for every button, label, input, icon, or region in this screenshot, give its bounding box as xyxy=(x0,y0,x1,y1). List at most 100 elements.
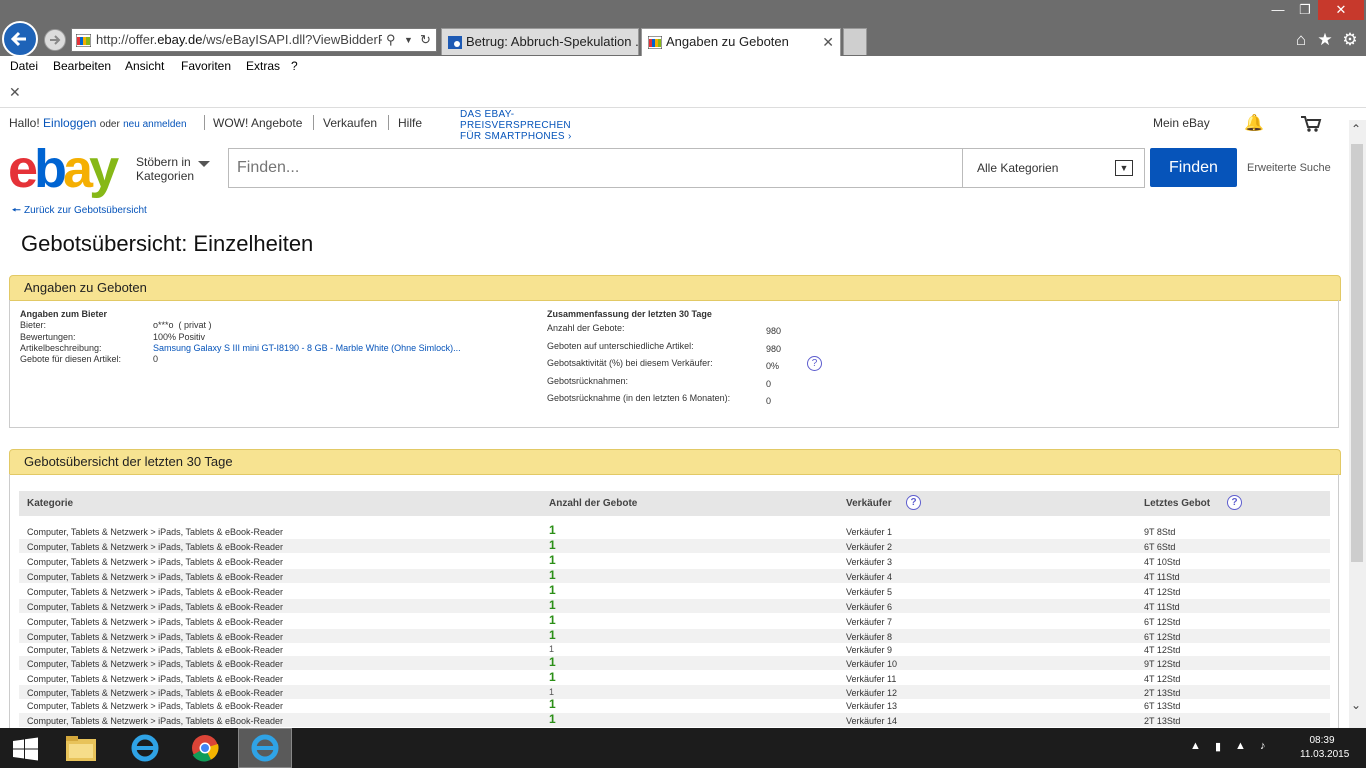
help-link[interactable]: Hilfe xyxy=(398,116,422,130)
category-select[interactable]: Alle Kategorien ▼ xyxy=(962,148,1145,188)
table-row: Computer, Tablets & Netzwerk > iPads, Ta… xyxy=(27,697,1181,713)
bid-overview-header: Gebotsübersicht der letzten 30 Tage xyxy=(9,449,1341,475)
chrome-button[interactable] xyxy=(178,728,232,768)
tab-angaben-zu-geboten[interactable]: Angaben zu Geboten ✕ xyxy=(641,28,841,56)
search-input[interactable] xyxy=(228,148,963,188)
internet-explorer-active-button[interactable] xyxy=(238,728,292,768)
page-scrollbar[interactable]: ⌃ ⌄ xyxy=(1349,120,1366,728)
cart-icon[interactable] xyxy=(1300,115,1322,133)
bid-info-panel: Angaben zum Bieter Bieter: o***o ( priva… xyxy=(9,300,1339,428)
menu-item-favoriten[interactable]: Favoriten xyxy=(181,59,231,73)
seller-link[interactable]: Verkäufer 6 xyxy=(846,600,892,614)
summary-value: 980 xyxy=(766,344,782,354)
login-link[interactable]: Einloggen xyxy=(43,116,96,130)
table-row: Computer, Tablets & Netzwerk > iPads, Ta… xyxy=(19,713,1330,727)
help-icon[interactable]: ? xyxy=(1227,495,1242,510)
help-icon[interactable]: ? xyxy=(906,495,921,510)
page-title: Gebotsübersicht: Einzelheiten xyxy=(21,231,314,256)
table-row: Computer, Tablets & Netzwerk > iPads, Ta… xyxy=(19,599,1330,613)
menu-item-datei[interactable]: Datei xyxy=(10,59,38,73)
back-arrow-icon: 🠔 xyxy=(12,205,21,216)
table-row: Computer, Tablets & Netzwerk > iPads, Ta… xyxy=(27,523,1176,539)
item-link[interactable]: Samsung Galaxy S III mini GT-I8190 - 8 G… xyxy=(153,343,461,353)
scroll-up-icon[interactable]: ⌃ xyxy=(1351,122,1361,136)
chevron-down-icon: ▼ xyxy=(1115,160,1133,176)
dropdown-arrow-icon[interactable]: ▼ xyxy=(404,29,413,51)
seller-link[interactable]: Verkäufer 11 xyxy=(846,672,896,686)
back-button[interactable] xyxy=(2,21,38,57)
forum-favicon-icon xyxy=(448,36,462,49)
home-icon[interactable]: ⌂ xyxy=(1291,30,1311,50)
close-tab-icon[interactable]: ✕ xyxy=(822,29,834,55)
table-row: Computer, Tablets & Netzwerk > iPads, Ta… xyxy=(19,539,1330,553)
start-button[interactable] xyxy=(0,728,54,768)
menu-item-bearbeiten[interactable]: Bearbeiten xyxy=(53,59,111,73)
search-icon[interactable]: ⚲ xyxy=(386,29,396,51)
summary-value: 0 xyxy=(766,396,772,406)
close-bar-icon[interactable]: ✕ xyxy=(9,84,21,101)
new-tab-button[interactable] xyxy=(843,28,867,55)
forward-arrow-icon xyxy=(50,35,61,45)
notification-bell-icon[interactable]: 🔔 xyxy=(1244,113,1264,133)
sell-link[interactable]: Verkaufen xyxy=(323,116,377,130)
wow-deals-link[interactable]: WOW! Angebote xyxy=(213,116,302,130)
table-header: Kategorie Anzahl der Gebote Verkäufer ? … xyxy=(19,491,1330,516)
back-to-overview-link[interactable]: 🠔 Zurück zur Gebotsübersicht xyxy=(12,203,147,220)
table-row: Computer, Tablets & Netzwerk > iPads, Ta… xyxy=(27,643,1181,657)
help-icon[interactable]: ? xyxy=(807,356,822,371)
summary-value: 0 xyxy=(766,379,772,389)
bids-item-value: 0 xyxy=(153,354,159,364)
advanced-search-link[interactable]: Erweiterte Suche xyxy=(1247,162,1331,174)
seller-link[interactable]: Verkäufer 9 xyxy=(846,643,892,657)
minimize-button[interactable]: — xyxy=(1264,0,1292,20)
forward-button[interactable] xyxy=(44,29,66,51)
volume-icon[interactable]: ♪ xyxy=(1260,740,1266,752)
table-row: Computer, Tablets & Netzwerk > iPads, Ta… xyxy=(19,629,1330,643)
seller-link[interactable]: Verkäufer 1 xyxy=(846,525,892,539)
internet-explorer-button[interactable] xyxy=(118,728,172,768)
tray-arrow-icon[interactable]: ▲ xyxy=(1190,740,1201,752)
register-link[interactable]: neu anmelden xyxy=(123,119,186,130)
favorites-star-icon[interactable]: ★ xyxy=(1315,30,1335,50)
url-text: http://offer.ebay.de/ws/eBayISAPI.dll?Vi… xyxy=(96,32,382,47)
maximize-button[interactable]: ❐ xyxy=(1292,0,1318,20)
menu-item-extras[interactable]: Extras xyxy=(246,59,280,73)
seller-link[interactable]: Verkäufer 13 xyxy=(846,699,897,713)
seller-link[interactable]: Verkäufer 10 xyxy=(846,657,897,671)
refresh-icon[interactable]: ↻ xyxy=(420,29,431,51)
scroll-down-icon[interactable]: ⌄ xyxy=(1351,698,1361,712)
notification-bar: ✕ xyxy=(0,78,1366,108)
ratings-value: 100% Positiv xyxy=(153,332,206,342)
summary-value: 0% xyxy=(766,361,780,371)
ebay-logo[interactable]: ebay xyxy=(8,142,128,196)
table-row: Computer, Tablets & Netzwerk > iPads, Ta… xyxy=(19,685,1330,699)
tab-betrug[interactable]: Betrug: Abbruch-Spekulation ... xyxy=(441,28,639,55)
table-row: Computer, Tablets & Netzwerk > iPads, Ta… xyxy=(27,583,1181,599)
my-ebay-link[interactable]: Mein eBay xyxy=(1153,116,1210,130)
signal-icon[interactable]: ▲ xyxy=(1235,740,1246,752)
seller-link[interactable]: Verkäufer 7 xyxy=(846,615,892,629)
summary-value: 980 xyxy=(766,326,782,336)
address-bar[interactable]: http://offer.ebay.de/ws/eBayISAPI.dll?Vi… xyxy=(71,28,437,52)
menu-item-ansicht[interactable]: Ansicht xyxy=(125,59,164,73)
bid-info-header: Angaben zu Geboten xyxy=(9,275,1341,301)
bidder-value: o***o ( privat ) xyxy=(153,320,212,330)
taskbar-clock[interactable]: 08:39 11.03.2015 xyxy=(1300,734,1349,762)
battery-icon[interactable]: ▮ xyxy=(1215,740,1221,753)
find-button[interactable]: Finden xyxy=(1150,148,1237,187)
seller-link[interactable]: Verkäufer 2 xyxy=(846,540,892,554)
seller-link[interactable]: Verkäufer 3 xyxy=(846,555,892,569)
file-explorer-button[interactable] xyxy=(55,728,109,768)
settings-gear-icon[interactable]: ⚙ xyxy=(1340,30,1360,50)
seller-link[interactable]: Verkäufer 14 xyxy=(846,714,897,728)
seller-link[interactable]: Verkäufer 5 xyxy=(846,585,892,599)
folder-icon xyxy=(66,736,96,761)
seller-link[interactable]: Verkäufer 4 xyxy=(846,570,892,584)
promo-link[interactable]: DAS EBAY- PREISVERSPRECHEN FÜR SMARTPHON… xyxy=(460,109,572,142)
scroll-thumb[interactable] xyxy=(1351,144,1363,562)
menu-item-help[interactable]: ? xyxy=(291,59,298,73)
windows-logo-icon xyxy=(13,737,38,761)
close-window-button[interactable]: ✕ xyxy=(1318,0,1364,20)
table-row: Computer, Tablets & Netzwerk > iPads, Ta… xyxy=(27,670,1181,686)
browse-categories-button[interactable]: Stöbern in Kategorien xyxy=(136,155,210,183)
